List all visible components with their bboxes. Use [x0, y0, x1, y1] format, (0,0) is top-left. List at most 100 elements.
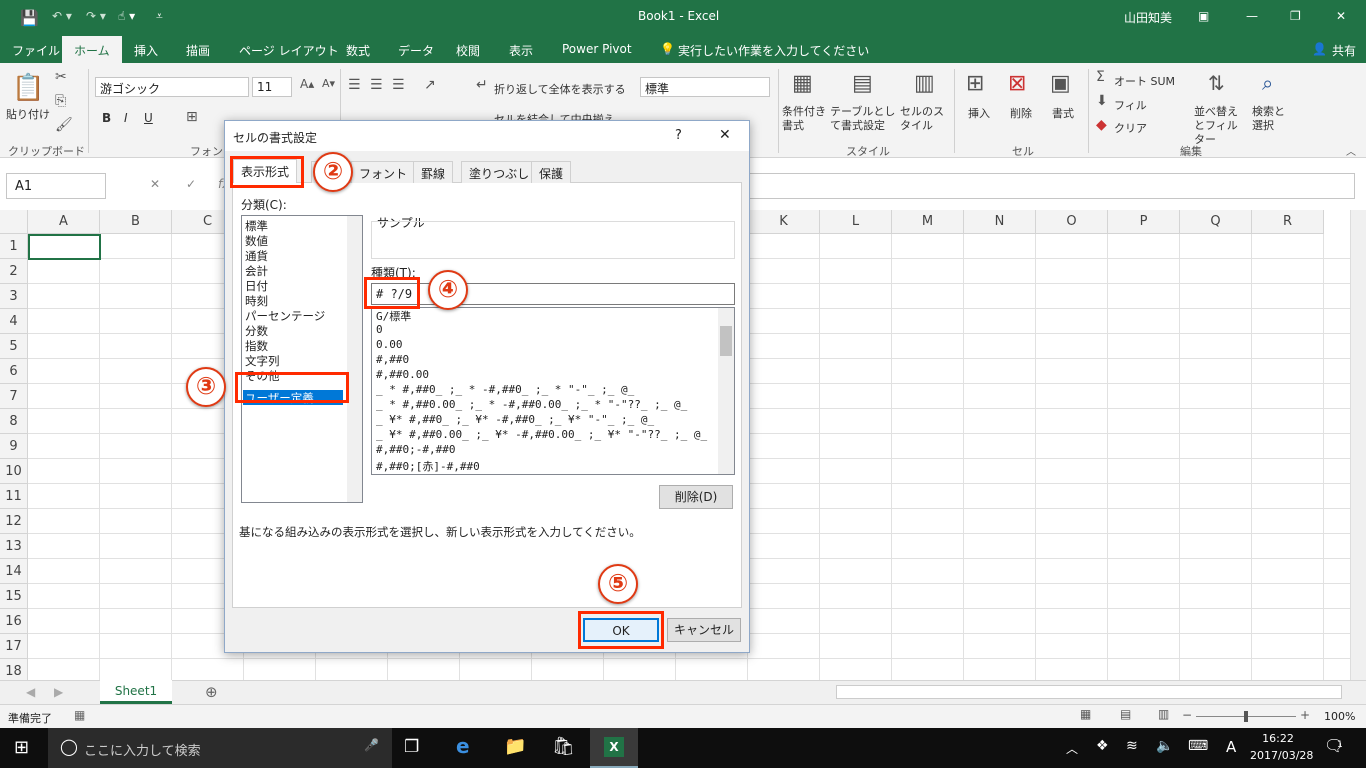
delete-cells-icon[interactable]: ⊠ [1008, 71, 1026, 96]
category-item[interactable]: 会計 [245, 263, 268, 278]
align-middle-icon[interactable]: ☰ [370, 77, 383, 93]
wifi-icon[interactable]: ≋ [1126, 738, 1138, 754]
minimize-icon[interactable]: — [1246, 9, 1258, 23]
conditional-format-icon[interactable]: ▦ [792, 71, 813, 96]
row-header[interactable]: 5 [0, 334, 28, 359]
help-button[interactable]: ? [675, 128, 682, 143]
user-name[interactable]: 山田知美 [1124, 9, 1172, 26]
row-header[interactable]: 15 [0, 584, 28, 609]
keyboard-icon[interactable]: ⌨ [1188, 738, 1208, 754]
category-list[interactable]: 標準 数値 通貨 会計 日付 時刻 パーセンテージ 分数 指数 文字列 その他 ユーザー定義 [241, 215, 363, 503]
sheet-tab-sheet1[interactable]: Sheet1 [100, 680, 172, 704]
format-code-item[interactable]: #,##0;[赤]-#,##0 [376, 458, 480, 474]
task-view-icon[interactable]: ❐ [404, 737, 419, 757]
category-item[interactable]: 標準 [245, 218, 268, 233]
fill-button[interactable]: フィル [1114, 97, 1147, 113]
store-icon[interactable]: 🛍 [552, 736, 575, 757]
format-code-item[interactable]: 0 [376, 323, 383, 336]
name-box[interactable]: A1 [6, 173, 106, 199]
page-break-view-icon[interactable]: ▥ [1158, 707, 1169, 721]
tab-file[interactable]: ファイル [12, 42, 60, 59]
confirm-entry-icon[interactable]: ✓ [186, 177, 196, 191]
column-header[interactable]: O [1036, 210, 1108, 234]
column-header[interactable]: B [100, 210, 172, 234]
format-code-item[interactable]: _ ¥* #,##0_ ;_ ¥* -#,##0_ ;_ ¥* "-"_ ;_ … [376, 413, 654, 426]
orientation-icon[interactable]: ↗ [424, 77, 436, 93]
clear-icon[interactable]: ◆ [1096, 117, 1107, 133]
format-code-item[interactable]: _ * #,##0.00_ ;_ * -#,##0.00_ ;_ * "-"??… [376, 398, 687, 411]
format-code-item[interactable]: #,##0;-#,##0 [376, 443, 455, 456]
format-code-item[interactable]: _ * #,##0_ ;_ * -#,##0_ ;_ * "-"_ ;_ @_ [376, 383, 634, 396]
tab-fill[interactable]: 塗りつぶし [461, 161, 538, 183]
row-header[interactable]: 1 [0, 234, 28, 259]
format-cells-button[interactable]: 書式 [1052, 105, 1074, 121]
customize-qat-icon[interactable]: ⩡ [156, 9, 163, 24]
align-top-icon[interactable]: ☰ [348, 77, 361, 93]
column-header[interactable]: A [28, 210, 100, 234]
formula-input[interactable] [745, 173, 1355, 199]
tab-data[interactable]: データ [398, 42, 434, 59]
zoom-out-icon[interactable]: − [1182, 708, 1192, 722]
windows-start-icon[interactable]: ⊞ [14, 737, 29, 758]
save-icon[interactable]: 💾 [20, 9, 39, 27]
clock-date[interactable]: 2017/03/28 [1250, 749, 1313, 762]
category-item[interactable]: 数値 [245, 233, 268, 248]
row-header[interactable]: 8 [0, 409, 28, 434]
grow-font-icon[interactable]: A▴ [300, 77, 314, 91]
wrap-text-button[interactable]: 折り返して全体を表示する [494, 81, 626, 97]
cut-icon[interactable]: ✂ [55, 69, 67, 85]
page-layout-view-icon[interactable]: ▤ [1120, 707, 1131, 721]
italic-button[interactable]: I [124, 111, 128, 125]
active-cell[interactable] [28, 234, 101, 260]
tab-protection[interactable]: 保護 [531, 161, 572, 183]
find-select-icon[interactable]: ⌕ [1262, 71, 1273, 95]
row-header[interactable]: 14 [0, 559, 28, 584]
category-item[interactable]: 日付 [245, 278, 268, 293]
format-list-scroll-thumb[interactable] [720, 326, 732, 356]
clear-button[interactable]: クリア [1114, 120, 1147, 136]
format-code-list[interactable]: G/標準 0 0.00 #,##0 #,##0.00 _ * #,##0_ ;_ * -#… [371, 307, 735, 475]
next-sheet-icon[interactable]: ▶ [54, 685, 63, 699]
category-item[interactable]: 文字列 [245, 353, 280, 368]
zoom-level[interactable]: 100% [1324, 710, 1355, 723]
format-list-scrollbar[interactable] [718, 308, 734, 474]
dialog-close-button[interactable]: ✕ [719, 127, 731, 143]
shrink-font-icon[interactable]: A▾ [322, 77, 335, 90]
ribbon-display-icon[interactable]: ▣ [1198, 9, 1209, 23]
font-name-box[interactable]: 游ゴシック [95, 77, 249, 97]
taskbar-search[interactable]: ◯ ここに入力して検索 🎤 [48, 728, 392, 768]
undo-icon[interactable]: ↶ ▾ [52, 9, 72, 23]
delete-format-button[interactable]: 削除(D) [659, 485, 733, 509]
column-header[interactable]: M [892, 210, 964, 234]
tab-view[interactable]: 表示 [509, 42, 533, 59]
touch-mode-icon[interactable]: ☝ ▾ [118, 9, 135, 23]
row-header[interactable]: 16 [0, 609, 28, 634]
tab-border[interactable]: 罫線 [413, 161, 454, 183]
format-painter-icon[interactable]: 🖌 [55, 117, 73, 133]
clock-time[interactable]: 16:22 [1250, 732, 1306, 745]
microphone-icon[interactable]: 🎤 [364, 738, 379, 752]
row-header[interactable]: 11 [0, 484, 28, 509]
category-item[interactable]: 指数 [245, 338, 268, 353]
row-header[interactable]: 12 [0, 509, 28, 534]
paste-icon[interactable]: 📋 [12, 73, 44, 103]
category-scrollbar[interactable] [347, 216, 362, 502]
format-code-item[interactable]: #,##0 [376, 353, 409, 366]
column-header[interactable]: N [964, 210, 1036, 234]
column-header[interactable]: Q [1180, 210, 1252, 234]
insert-cells-button[interactable]: 挿入 [968, 105, 990, 121]
volume-icon[interactable]: 🔈 [1156, 738, 1173, 754]
add-sheet-icon[interactable]: ⊕ [205, 683, 218, 701]
row-header[interactable]: 13 [0, 534, 28, 559]
fill-icon[interactable]: ⬇ [1096, 93, 1108, 109]
row-header[interactable]: 10 [0, 459, 28, 484]
tab-formulas[interactable]: 数式 [346, 42, 370, 59]
category-item[interactable]: 時刻 [245, 293, 268, 308]
bold-button[interactable]: B [102, 111, 111, 125]
category-item[interactable]: パーセンテージ [245, 308, 325, 323]
dropbox-icon[interactable]: ❖ [1096, 738, 1109, 754]
collapse-ribbon-icon[interactable]: ︿ [1346, 143, 1356, 158]
normal-view-icon[interactable]: ▦ [1080, 707, 1091, 721]
macro-record-icon[interactable]: ▦ [74, 708, 85, 722]
tab-font[interactable]: フォント [351, 161, 416, 183]
